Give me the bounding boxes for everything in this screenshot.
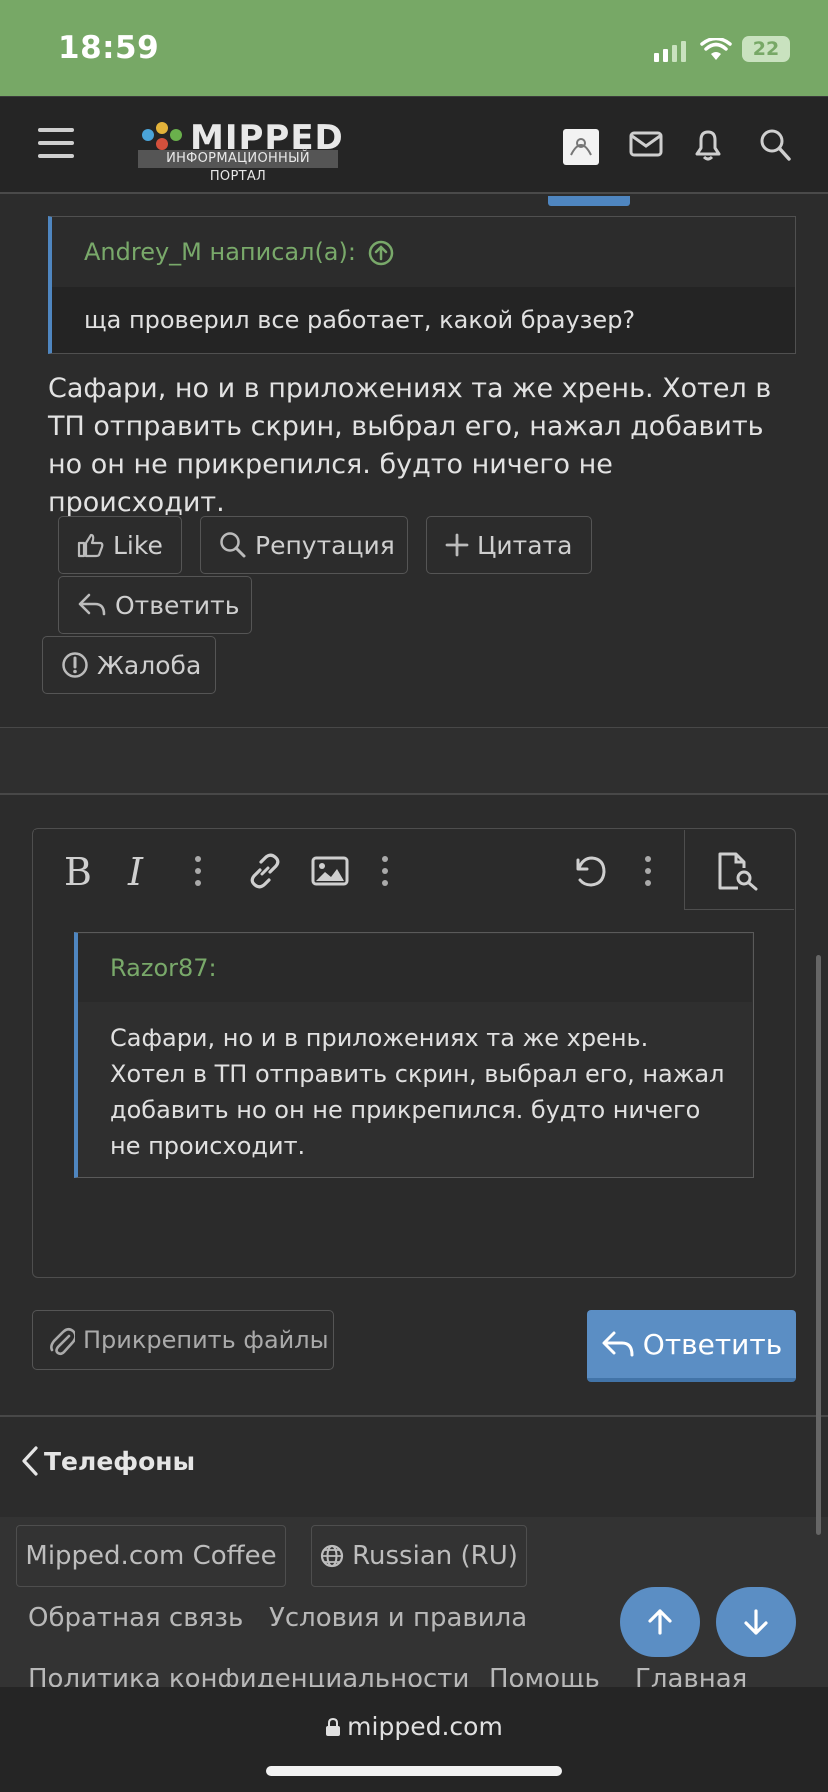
breadcrumb-label: Телефоны bbox=[44, 1446, 196, 1476]
search-icon[interactable] bbox=[759, 128, 791, 162]
breadcrumb[interactable]: Телефоны bbox=[18, 1445, 195, 1477]
bell-icon[interactable] bbox=[693, 128, 723, 162]
editor-quote-author: Razor87: bbox=[110, 954, 217, 982]
footer-link-terms[interactable]: Условия и правила bbox=[269, 1603, 527, 1633]
style-chooser-label: Mipped.com Coffee bbox=[25, 1541, 277, 1571]
status-time: 18:59 bbox=[58, 30, 160, 66]
paperclip-icon bbox=[50, 1327, 75, 1356]
signal-icon bbox=[654, 41, 686, 62]
thumbs-up-icon bbox=[77, 533, 104, 558]
more-options-icon[interactable] bbox=[644, 855, 652, 887]
reply-label: Ответить bbox=[115, 590, 240, 620]
quote-author[interactable]: Andrey_M написал(а): bbox=[84, 238, 356, 266]
language-chooser[interactable]: Russian (RU) bbox=[311, 1525, 527, 1587]
scrollbar[interactable] bbox=[816, 955, 821, 1535]
like-button[interactable]: Like bbox=[58, 516, 182, 574]
logo-mark-icon[interactable] bbox=[138, 118, 186, 152]
arrow-up-icon bbox=[648, 1609, 672, 1635]
plus-icon bbox=[445, 533, 469, 557]
report-button[interactable]: Жалоба bbox=[42, 636, 216, 694]
chevron-left-icon bbox=[22, 1446, 38, 1476]
undo-icon[interactable] bbox=[570, 852, 610, 890]
like-label: Like bbox=[113, 530, 163, 560]
scroll-bottom-button[interactable] bbox=[716, 1587, 796, 1657]
language-label: Russian (RU) bbox=[352, 1541, 518, 1571]
reply-arrow-icon bbox=[602, 1331, 634, 1357]
report-label: Жалоба bbox=[97, 650, 202, 680]
url-text: mipped.com bbox=[347, 1712, 503, 1741]
style-chooser[interactable]: Mipped.com Coffee bbox=[16, 1525, 286, 1587]
reply-arrow-icon bbox=[78, 593, 106, 616]
reputation-label: Репутация bbox=[255, 530, 395, 560]
preview-icon[interactable] bbox=[716, 850, 760, 892]
submit-reply-label: Ответить bbox=[642, 1327, 783, 1361]
arrow-down-icon bbox=[744, 1609, 768, 1635]
site-logo-subtitle: ИНФОРМАЦИОННЫЙ ПОРТАЛ bbox=[138, 150, 338, 184]
reputation-button[interactable]: Репутация bbox=[200, 516, 408, 574]
reply-post-button[interactable]: Ответить bbox=[58, 576, 252, 634]
menu-icon[interactable] bbox=[38, 128, 76, 158]
wifi-icon bbox=[700, 38, 732, 60]
quote-text: ща проверил все работает, какой браузер? bbox=[84, 306, 636, 334]
more-options-icon[interactable] bbox=[381, 855, 389, 887]
editor-quote-text[interactable]: Сафари, но и в приложениях та же хрень. … bbox=[110, 1020, 730, 1164]
divider bbox=[0, 1415, 828, 1417]
lock-icon bbox=[326, 1717, 341, 1736]
link-icon[interactable] bbox=[246, 852, 284, 890]
section-band bbox=[0, 728, 828, 794]
divider bbox=[0, 793, 828, 795]
more-options-icon[interactable] bbox=[194, 855, 202, 887]
quote-label: Цитата bbox=[477, 530, 573, 560]
bold-icon[interactable]: B bbox=[64, 850, 92, 894]
avatar-image-icon bbox=[570, 138, 592, 156]
submit-reply-button[interactable]: Ответить bbox=[587, 1310, 796, 1382]
warning-circle-icon bbox=[62, 652, 88, 678]
address-bar[interactable]: mipped.com bbox=[0, 1712, 828, 1741]
partial-button-edge bbox=[548, 196, 630, 206]
home-indicator[interactable] bbox=[266, 1766, 562, 1776]
image-icon[interactable] bbox=[311, 856, 349, 886]
mail-icon[interactable] bbox=[629, 131, 663, 157]
attach-label: Прикрепить файлы bbox=[83, 1326, 329, 1354]
italic-icon[interactable]: I bbox=[128, 850, 143, 894]
attach-files-button[interactable]: Прикрепить файлы bbox=[32, 1310, 334, 1370]
user-avatar[interactable] bbox=[563, 129, 599, 165]
arrow-up-circle-icon[interactable] bbox=[368, 240, 394, 266]
battery-indicator: 22 bbox=[742, 36, 790, 62]
quote-button[interactable]: Цитата bbox=[426, 516, 592, 574]
globe-icon bbox=[321, 1544, 344, 1568]
post-message: Сафари, но и в приложениях та же хрень. … bbox=[48, 373, 772, 518]
footer-link-feedback[interactable]: Обратная связь bbox=[28, 1603, 243, 1633]
scroll-top-button[interactable] bbox=[620, 1587, 700, 1657]
search-icon bbox=[220, 532, 246, 558]
